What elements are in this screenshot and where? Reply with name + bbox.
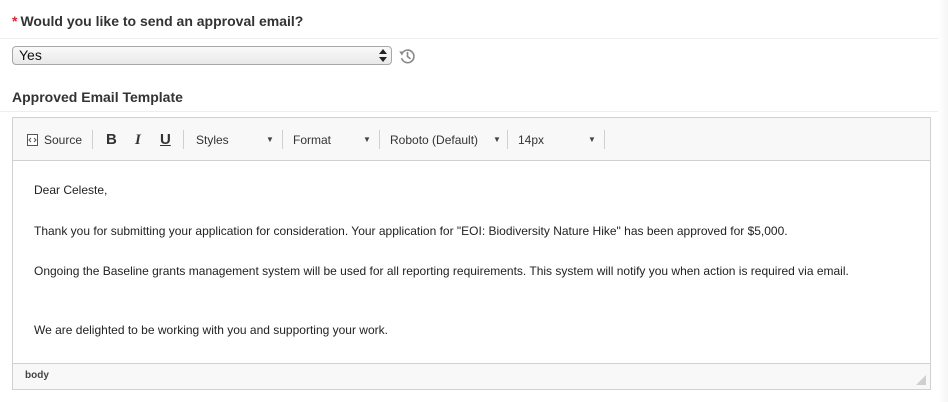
source-label: Source — [44, 133, 83, 147]
toolbar-separator — [282, 130, 283, 149]
format-dropdown[interactable]: Format ▼ — [293, 130, 373, 150]
underline-button[interactable]: U — [160, 130, 171, 150]
editor-content[interactable]: Dear Celeste, Thank you for submitting y… — [13, 162, 930, 362]
toolbar-separator — [379, 130, 380, 149]
history-icon[interactable] — [397, 46, 417, 66]
required-marker: * — [12, 13, 18, 29]
select-value: Yes — [19, 47, 42, 63]
updown-arrows-icon — [379, 49, 387, 62]
font-label: Roboto (Default) — [390, 133, 479, 147]
source-icon — [27, 134, 38, 146]
styles-dropdown[interactable]: Styles ▼ — [196, 130, 276, 150]
divider — [0, 111, 948, 112]
font-size-dropdown[interactable]: 14px ▼ — [518, 130, 598, 150]
approval-email-question: * Would you like to send an approval emai… — [12, 13, 303, 29]
styles-label: Styles — [196, 133, 229, 147]
rich-text-editor[interactable]: Source B I U Styles ▼ Format ▼ Roboto (D… — [12, 117, 931, 390]
divider — [0, 38, 948, 39]
font-size-label: 14px — [518, 133, 545, 147]
email-paragraph: We are delighted to be working with you … — [34, 323, 388, 337]
editor-toolbar: Source B I U Styles ▼ Format ▼ Roboto (D… — [13, 118, 930, 161]
format-label: Format — [293, 133, 332, 147]
email-paragraph: Ongoing the Baseline grants management s… — [34, 264, 849, 278]
email-paragraph: Thank you for submitting your applicatio… — [34, 224, 788, 238]
page-scrollbar[interactable] — [938, 0, 948, 402]
toolbar-separator — [92, 130, 93, 149]
approved-email-template-label: Approved Email Template — [12, 89, 183, 105]
editor-statusbar: body — [13, 363, 930, 389]
toolbar-separator — [507, 130, 508, 149]
chevron-down-icon: ▼ — [493, 135, 501, 144]
chevron-down-icon: ▼ — [266, 135, 274, 144]
email-greeting: Dear Celeste, — [34, 183, 108, 197]
toolbar-separator — [604, 130, 605, 149]
question-label: Would you like to send an approval email… — [20, 13, 304, 29]
bold-button[interactable]: B — [106, 130, 117, 150]
chevron-down-icon: ▼ — [363, 135, 371, 144]
approval-email-select[interactable]: Yes — [12, 46, 392, 65]
resize-handle-icon[interactable] — [916, 375, 926, 385]
toolbar-separator — [183, 130, 184, 149]
chevron-down-icon: ▼ — [588, 135, 596, 144]
italic-button[interactable]: I — [135, 130, 141, 150]
element-path[interactable]: body — [25, 370, 49, 381]
font-dropdown[interactable]: Roboto (Default) ▼ — [390, 130, 501, 150]
